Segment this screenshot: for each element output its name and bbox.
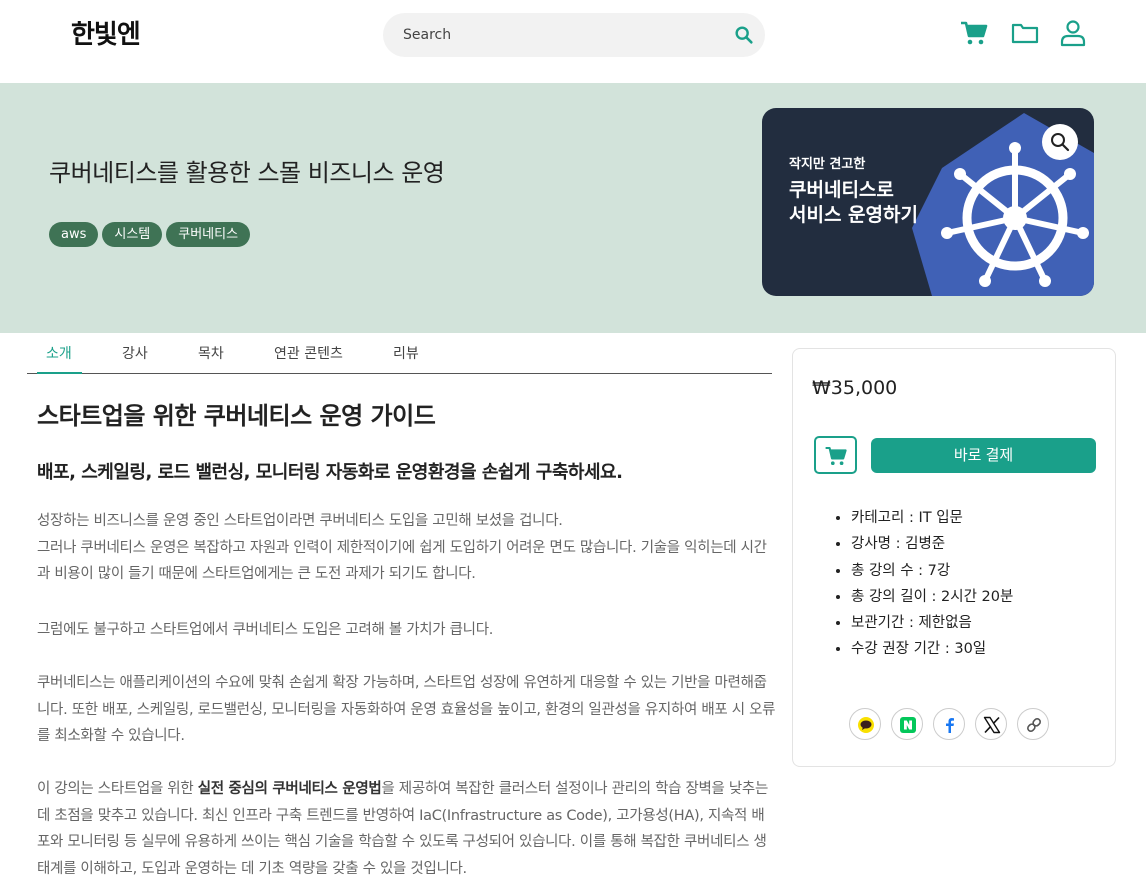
user-icon[interactable] bbox=[1058, 18, 1088, 48]
naver-icon bbox=[900, 717, 916, 733]
search-box bbox=[383, 13, 765, 57]
link-icon bbox=[1027, 718, 1041, 732]
tab-related[interactable]: 연관 콘텐츠 bbox=[274, 343, 343, 374]
intro-paragraph-3: 쿠버네티스는 애플리케이션의 수요에 맞춰 손쉽게 확장 가능하며, 스타트업 … bbox=[37, 675, 776, 744]
tag-list: aws 시스템 쿠버네티스 bbox=[49, 222, 251, 247]
top-header: 한빛엔 bbox=[0, 0, 1146, 83]
cart-icon[interactable] bbox=[959, 18, 989, 48]
info-category: 카테고리 : IT 입문 bbox=[851, 505, 1013, 531]
copy-link-button[interactable] bbox=[1017, 708, 1049, 740]
search-icon[interactable] bbox=[733, 24, 755, 46]
course-hero: 쿠버네티스를 활용한 스몰 비즈니스 운영 aws 시스템 쿠버네티스 작지만 … bbox=[0, 83, 1146, 333]
p4-text-start: 이 강의는 스타트업을 위한 bbox=[37, 781, 198, 797]
tag-system[interactable]: 시스템 bbox=[102, 222, 163, 247]
cover-subtitle: 작지만 견고한 bbox=[789, 157, 866, 172]
add-to-cart-button[interactable] bbox=[814, 436, 857, 474]
course-title: 쿠버네티스를 활용한 스몰 비즈니스 운영 bbox=[49, 159, 445, 187]
intro-paragraph-2: 그럼에도 불구하고 스타트업에서 쿠버네티스 도입은 고려해 볼 가치가 큽니다… bbox=[37, 622, 494, 638]
price: ₩35,000 bbox=[812, 377, 898, 399]
p4-highlight: 실전 중심의 쿠버네티스 운영법 bbox=[197, 781, 382, 797]
folder-icon[interactable] bbox=[1010, 18, 1040, 48]
facebook-icon bbox=[946, 718, 954, 733]
content-tabs: 소개 강사 목차 연관 콘텐츠 리뷰 bbox=[27, 333, 772, 374]
share-kakaotalk-button[interactable] bbox=[849, 708, 881, 740]
intro-paragraph-1: 성장하는 비즈니스를 운영 중인 스타트업이라면 쿠버네티스 도입을 고민해 보… bbox=[37, 508, 777, 588]
intro-paragraph-4: 이 강의는 스타트업을 위한 실전 중심의 쿠버네티스 운영법을 제공하여 복잡… bbox=[37, 776, 777, 882]
magnifier-icon bbox=[1051, 133, 1070, 152]
search-input[interactable] bbox=[403, 23, 723, 47]
kakaotalk-icon bbox=[858, 717, 874, 733]
info-lecture-count: 총 강의 수 : 7강 bbox=[851, 558, 1013, 584]
cart-icon bbox=[825, 446, 847, 466]
course-info-list: 카테고리 : IT 입문 강사명 : 김병준 총 강의 수 : 7강 총 강의 … bbox=[851, 505, 1013, 663]
tab-intro[interactable]: 소개 bbox=[37, 343, 82, 374]
share-x-button[interactable] bbox=[975, 708, 1007, 740]
purchase-card: ₩35,000 바로 결제 카테고리 : IT 입문 강사명 : 김병준 총 강… bbox=[792, 348, 1116, 767]
tag-aws[interactable]: aws bbox=[49, 222, 99, 247]
section-heading: 스타트업을 위한 쿠버네티스 운영 가이드 bbox=[37, 402, 436, 430]
info-duration: 총 강의 길이 : 2시간 20분 bbox=[851, 584, 1013, 610]
cover-title-line1: 쿠버네티스로 bbox=[789, 179, 894, 201]
intro-line-2: 그러나 쿠버네티스 운영은 복잡하고 자원과 인력이 제한적이기에 쉽게 도입하… bbox=[37, 539, 767, 583]
tab-toc[interactable]: 목차 bbox=[198, 343, 224, 374]
cover-title-line2: 서비스 운영하기 bbox=[789, 204, 918, 226]
buy-now-button[interactable]: 바로 결제 bbox=[871, 438, 1096, 473]
info-retention: 보관기간 : 제한없음 bbox=[851, 610, 1013, 636]
tab-reviews[interactable]: 리뷰 bbox=[393, 343, 419, 374]
site-logo[interactable]: 한빛엔 bbox=[71, 14, 141, 51]
tab-instructor[interactable]: 강사 bbox=[122, 343, 148, 374]
intro-line-1: 성장하는 비즈니스를 운영 중인 스타트업이라면 쿠버네티스 도입을 고민해 보… bbox=[37, 513, 563, 529]
share-facebook-button[interactable] bbox=[933, 708, 965, 740]
share-buttons bbox=[849, 708, 1049, 740]
info-recommended-period: 수강 권장 기간 : 30일 bbox=[851, 636, 1013, 662]
tag-kubernetes[interactable]: 쿠버네티스 bbox=[166, 222, 251, 247]
info-instructor: 강사명 : 김병준 bbox=[851, 531, 1013, 557]
zoom-button[interactable] bbox=[1042, 124, 1078, 160]
share-naver-button[interactable] bbox=[891, 708, 923, 740]
x-icon bbox=[983, 716, 1001, 734]
section-subheading: 배포, 스케일링, 로드 밸런싱, 모니터링 자동화로 운영환경을 손쉽게 구축… bbox=[37, 462, 623, 483]
